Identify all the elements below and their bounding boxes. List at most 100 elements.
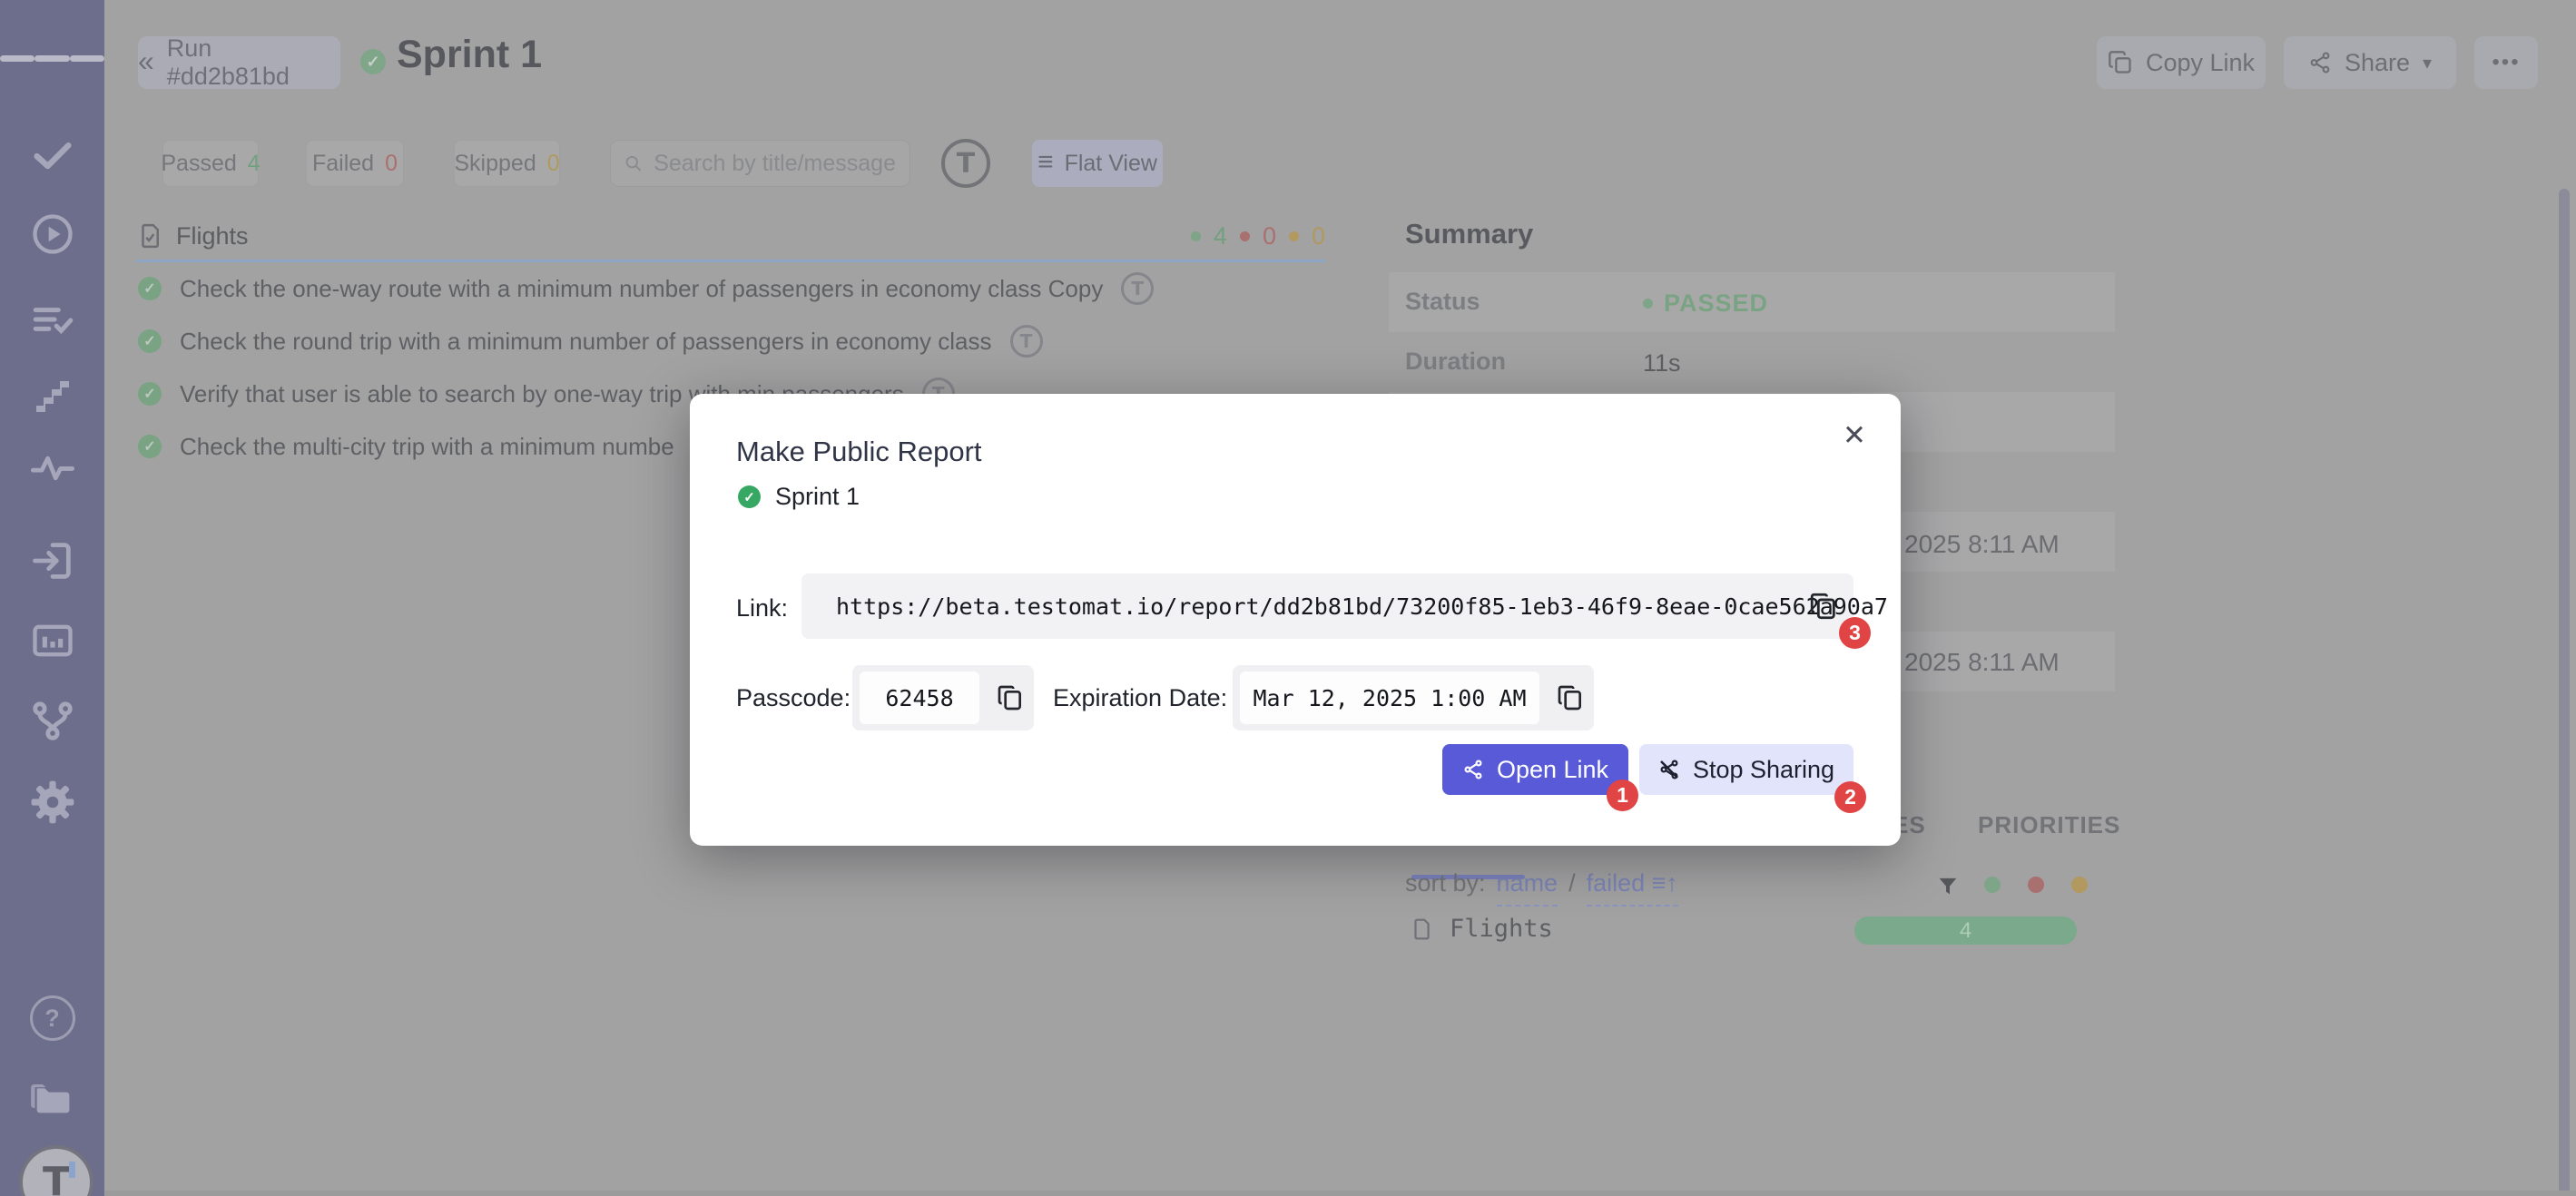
priorities-suite-row[interactable]: Flights: [1410, 915, 1553, 943]
search-field[interactable]: [610, 140, 910, 187]
skipped-label: Skipped: [454, 151, 536, 177]
copy-passcode-button[interactable]: [996, 683, 1025, 717]
suite-passed-count: 4: [1214, 222, 1227, 250]
test-passed-icon: ✓: [138, 329, 162, 353]
failed-dot: [1240, 231, 1250, 241]
sort-controls: sort by: name / failed ≡↑: [1405, 869, 1678, 907]
back-chevron-icon: «: [138, 46, 154, 75]
status-value: PASSED: [1643, 289, 1768, 318]
summary-row-status: Status PASSED: [1389, 272, 2115, 332]
status-filter-dots[interactable]: [1984, 877, 2088, 893]
import-icon[interactable]: [0, 535, 104, 586]
passcode-label: Passcode:: [736, 684, 850, 712]
search-input[interactable]: [652, 150, 897, 178]
menu-icon[interactable]: [0, 33, 104, 83]
test-row[interactable]: ✓ Check the multi-city trip with a minim…: [138, 423, 674, 470]
horizontal-scrollbar[interactable]: [104, 1191, 2576, 1196]
filter-funnel-icon[interactable]: [1935, 873, 1961, 903]
logo-tick: [69, 1162, 75, 1178]
projects-folders-icon[interactable]: [0, 1071, 104, 1122]
settings-gear-icon[interactable]: [0, 777, 104, 828]
app-root: ? T « Run #dd2b81bd ✓ Sprint 1 Copy Link…: [0, 0, 2576, 1196]
sort-by-failed-link[interactable]: failed ≡↑: [1587, 869, 1678, 907]
test-passed-icon: ✓: [138, 435, 162, 458]
share-off-icon: [1658, 759, 1680, 780]
sort-label: sort by:: [1405, 869, 1486, 897]
tab-priorities[interactable]: PRIORITIES: [1978, 811, 2120, 839]
summary-row-duration: Duration 11s: [1389, 332, 2115, 392]
flat-view-button[interactable]: ≡ Flat View: [1032, 140, 1163, 187]
suite-file-icon: [136, 222, 163, 250]
suite-name: Flights: [176, 222, 249, 250]
tests-check-icon[interactable]: [0, 129, 104, 180]
modal-run-name: Sprint 1: [775, 483, 860, 511]
failed-count: 0: [385, 151, 398, 177]
back-to-run-button[interactable]: « Run #dd2b81bd: [138, 36, 340, 89]
test-row[interactable]: ✓ Check the round trip with a minimum nu…: [138, 318, 1043, 365]
finished-date-partial: 2025 8:11 AM: [1904, 648, 2177, 677]
suite-failed-count: 0: [1263, 222, 1276, 250]
runs-play-icon[interactable]: [0, 209, 104, 260]
filter-passed-chip[interactable]: Passed 4: [162, 140, 259, 187]
test-row[interactable]: ✓ Check the one-way route with a minimum…: [138, 265, 1154, 312]
copy-link-button[interactable]: Copy Link: [2097, 36, 2266, 89]
copy-expiration-button[interactable]: [1556, 683, 1585, 717]
green-filter-dot[interactable]: [1984, 877, 2001, 893]
suite-skipped-count: 0: [1312, 222, 1325, 250]
suite-bar-name: Flights: [1450, 915, 1553, 943]
stop-sharing-button[interactable]: Stop Sharing: [1639, 744, 1853, 795]
share-caret-icon: ▾: [2423, 52, 2432, 74]
testomat-logo[interactable]: T: [19, 1145, 93, 1196]
test-passed-icon: ✓: [138, 277, 162, 300]
help-icon[interactable]: ?: [0, 993, 104, 1044]
report-url[interactable]: https://beta.testomat.io/report/dd2b81bd…: [836, 573, 1888, 639]
red-filter-dot[interactable]: [2028, 877, 2044, 893]
started-date-partial: 2025 8:11 AM: [1904, 530, 2177, 559]
file-icon: [1410, 917, 1433, 941]
report-logo-icon[interactable]: T: [941, 139, 990, 188]
filter-failed-chip[interactable]: Failed 0: [306, 140, 404, 187]
milestones-stairs-icon[interactable]: [0, 370, 104, 421]
page-title: Sprint 1: [397, 33, 542, 77]
open-link-button[interactable]: Open Link: [1442, 744, 1628, 795]
branches-icon[interactable]: [0, 695, 104, 746]
duration-value: 11s: [1643, 349, 1681, 377]
search-icon: [624, 152, 643, 174]
expiration-box[interactable]: Mar 12, 2025 1:00 AM: [1233, 665, 1594, 730]
passed-count-bar: 4: [1854, 917, 2077, 945]
modal-close-icon[interactable]: ✕: [1843, 419, 1866, 452]
test-report-icon[interactable]: T: [1121, 272, 1154, 305]
link-label: Link:: [736, 594, 788, 623]
passed-count: 4: [248, 151, 261, 177]
status-label: Status: [1405, 288, 1480, 316]
yellow-filter-dot[interactable]: [2071, 877, 2088, 893]
vertical-scrollbar[interactable]: [2559, 189, 2570, 1196]
expiration-value[interactable]: Mar 12, 2025 1:00 AM: [1240, 672, 1539, 724]
sort-by-name-link[interactable]: name: [1497, 869, 1558, 907]
reports-chart-icon[interactable]: [0, 615, 104, 666]
share-button[interactable]: Share ▾: [2284, 36, 2456, 89]
summary-heading: Summary: [1405, 218, 1533, 250]
passcode-value[interactable]: 62458: [860, 672, 979, 724]
sidebar: ? T: [0, 0, 104, 1196]
skipped-dot: [1289, 231, 1299, 241]
annotation-badge-2: 2: [1834, 781, 1866, 813]
logo-letter: T: [43, 1162, 70, 1196]
passed-dot: [1191, 231, 1201, 241]
analytics-pulse-icon[interactable]: [0, 443, 104, 494]
suite-header-flights[interactable]: Flights 4 0 0: [136, 214, 1325, 258]
copy-url-button[interactable]: [1808, 591, 1839, 626]
test-report-icon[interactable]: T: [1010, 325, 1043, 358]
test-passed-icon: ✓: [138, 382, 162, 406]
test-title: Check the multi-city trip with a minimum…: [180, 433, 674, 461]
list-check-icon[interactable]: [0, 294, 104, 345]
filter-skipped-chip[interactable]: Skipped 0: [454, 140, 560, 187]
test-title: Check the round trip with a minimum numb…: [180, 328, 992, 356]
report-url-box[interactable]: https://beta.testomat.io/report/dd2b81bd…: [801, 573, 1853, 639]
share-nodes-icon: [1462, 759, 1484, 780]
passcode-box[interactable]: 62458: [852, 665, 1034, 730]
suite-divider: [136, 260, 1325, 262]
passed-label: Passed: [161, 151, 236, 177]
more-actions-button[interactable]: •••: [2474, 36, 2538, 89]
question-glyph: ?: [30, 995, 75, 1041]
